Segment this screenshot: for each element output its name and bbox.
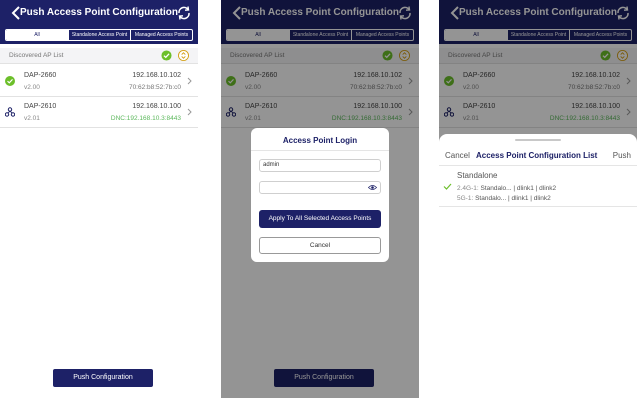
sheet-title: Access Point Configuration List — [476, 151, 598, 160]
filter-tabs: All Standalone Access Point Managed Acce… — [0, 27, 198, 44]
apply-all-button[interactable]: Apply To All Selected Access Points — [259, 210, 381, 228]
band-row[interactable]: 5G-1: Standalo... | dlink1 | dlink2 — [457, 195, 551, 202]
device-name: DAP-2660 — [24, 72, 57, 79]
sheet-push-button[interactable]: Push — [613, 151, 631, 160]
device-row[interactable]: DAP-2610 v2.01 192.168.10.100 DNC:192.16… — [0, 97, 198, 128]
configuration-list-sheet: Cancel Access Point Configuration List P… — [439, 134, 637, 398]
band-value: Standalo... | dlink1 | dlink2 — [480, 185, 557, 192]
device-controller: DNC:192.168.10.3:8443 — [110, 115, 181, 122]
band-label: 5G-1: — [457, 195, 474, 202]
select-all-check-icon[interactable] — [161, 50, 172, 61]
section-header: Discovered AP List — [0, 48, 198, 64]
tab-managed[interactable]: Managed Access Points — [130, 30, 192, 40]
push-configuration-button[interactable]: Push Configuration — [53, 369, 153, 387]
check-circle-icon[interactable] — [5, 76, 15, 86]
sort-toggle-icon[interactable] — [178, 50, 189, 61]
page-title: Push Access Point Configuration — [20, 7, 178, 18]
device-ip: 192.168.10.100 — [132, 103, 181, 110]
band-label: 2.4G-1: — [457, 185, 479, 192]
app-header: Push Access Point Configuration — [0, 0, 198, 27]
device-version: v2.00 — [24, 84, 40, 91]
refresh-icon[interactable] — [176, 5, 192, 21]
tab-all[interactable]: All — [6, 30, 68, 40]
phone-screen-ap-list: Push Access Point Configuration All Stan… — [0, 0, 198, 398]
sheet-grab-handle[interactable] — [515, 139, 561, 141]
section-label: Discovered AP List — [9, 52, 64, 59]
device-version: v2.01 — [24, 115, 40, 122]
device-ip: 192.168.10.102 — [132, 72, 181, 79]
username-field[interactable]: admin — [259, 159, 381, 172]
login-dialog: Access Point Login admin Apply To All Se… — [251, 128, 389, 262]
band-row[interactable]: 2.4G-1: Standalo... | dlink1 | dlink2 — [457, 185, 556, 192]
sheet-cancel-button[interactable]: Cancel — [445, 151, 470, 160]
divider — [439, 165, 637, 166]
divider — [439, 206, 637, 207]
config-mode-label: Standalone — [457, 171, 498, 180]
chevron-right-icon — [187, 77, 192, 85]
checkmark-icon[interactable] — [443, 183, 452, 190]
tab-standalone[interactable]: Standalone Access Point — [68, 30, 130, 40]
phone-screen-login: Push Access Point Configuration All Stan… — [221, 0, 419, 398]
dialog-title: Access Point Login — [282, 136, 358, 145]
device-name: DAP-2610 — [24, 103, 57, 110]
device-mac: 70:62:b8:52:7b:c0 — [128, 84, 181, 91]
chevron-right-icon — [187, 108, 192, 116]
password-field[interactable] — [259, 181, 381, 194]
divider — [251, 150, 389, 151]
cancel-button[interactable]: Cancel — [259, 237, 381, 254]
band-value: Standalo... | dlink1 | dlink2 — [475, 195, 551, 202]
network-icon — [5, 107, 15, 117]
phone-screen-config-list: Push Access Point Configuration All Stan… — [439, 0, 637, 398]
device-row[interactable]: DAP-2660 v2.00 192.168.10.102 70:62:b8:5… — [0, 66, 198, 97]
eye-icon[interactable] — [368, 184, 377, 191]
